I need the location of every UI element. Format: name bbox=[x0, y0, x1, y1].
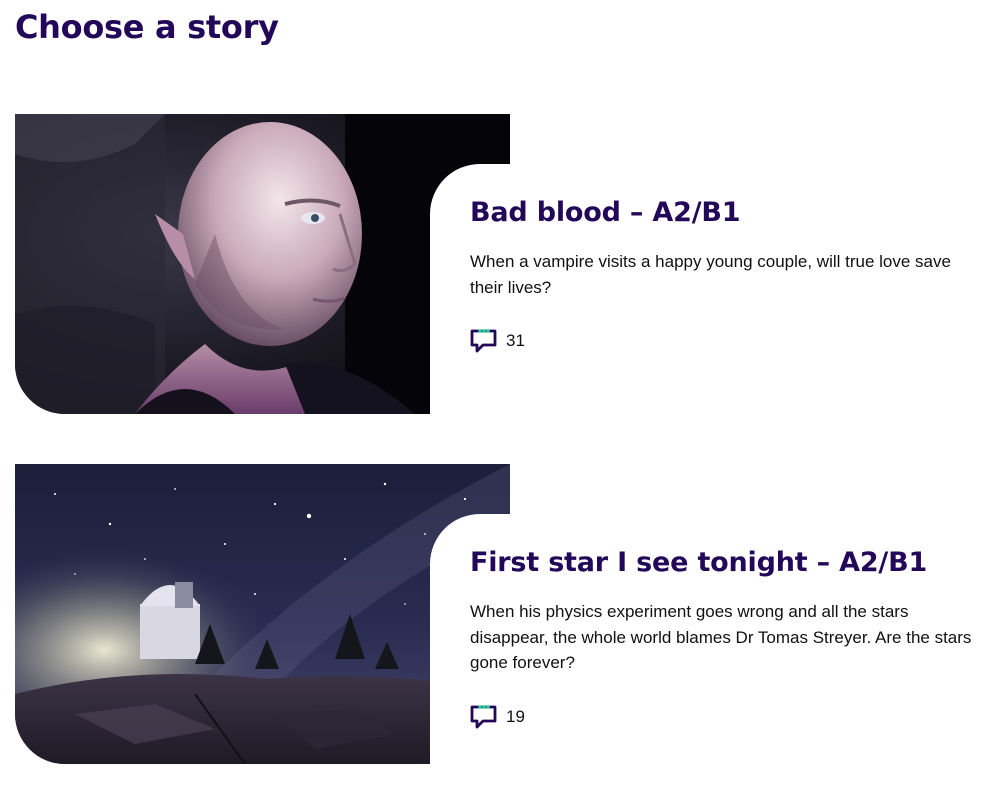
story-title-link[interactable]: Bad blood – A2/B1 bbox=[470, 196, 741, 230]
speech-bubble-icon bbox=[470, 705, 497, 729]
story-card: First star I see tonight – A2/B1 When hi… bbox=[15, 464, 995, 764]
story-description: When a vampire visits a happy young coup… bbox=[470, 252, 951, 297]
comment-count-area[interactable]: 19 bbox=[470, 704, 525, 730]
story-card: Bad blood – A2/B1 When a vampire visits … bbox=[15, 114, 995, 414]
comment-count: 19 bbox=[506, 707, 525, 726]
story-list-page: Choose a story Bad blood – A2/B1 When a … bbox=[0, 0, 1008, 792]
page-title: Choose a story bbox=[15, 8, 279, 46]
comment-count-area[interactable]: 31 bbox=[470, 328, 525, 354]
comment-count: 31 bbox=[506, 331, 525, 350]
story-description: When his physics experiment goes wrong a… bbox=[470, 602, 972, 672]
speech-bubble-icon bbox=[470, 329, 497, 353]
story-title-link[interactable]: First star I see tonight – A2/B1 bbox=[470, 546, 927, 580]
